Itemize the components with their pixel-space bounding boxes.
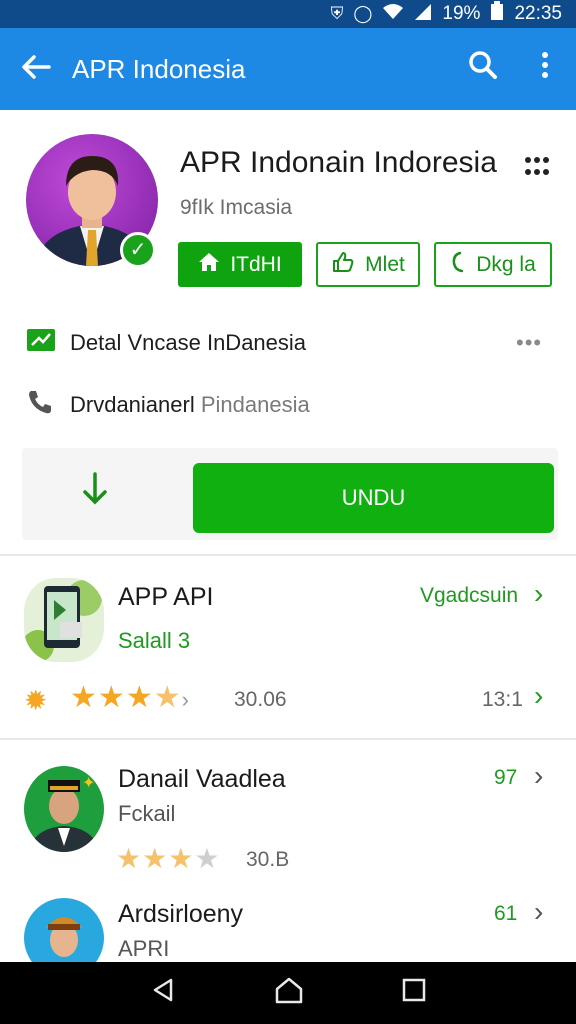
more-horizontal-icon[interactable]: ••• [516,330,576,356]
app-subtitle: APRI [118,936,170,961]
profile-header: ✓ APR Indonain Indoresia 9fIk Imcasia IT… [0,110,576,306]
nav-home-icon[interactable] [275,976,303,1011]
chevron-right-icon[interactable]: › [534,896,543,928]
alarm-icon: ◯ [353,4,373,23]
app-right-label: 97 [494,766,518,789]
wifi-icon [382,3,404,26]
app-subtitle: Fckail [118,801,176,826]
app-title: Danail Vaadlea [118,765,286,793]
app-right-label: 61 [494,902,518,925]
star-icon: ★ [142,843,169,874]
call-button[interactable]: Dkg la [434,242,552,287]
like-button-label: Mlet [365,252,405,276]
app-title: APP API [118,583,214,611]
divider [0,554,576,556]
divider [0,738,576,740]
nav-recents-icon[interactable] [401,977,427,1010]
phone-icon [0,388,70,423]
star-icon: ★ [70,681,98,714]
chevron-right-icon[interactable]: › [534,760,543,792]
battery-text: 19% [442,3,481,24]
settings-gear-icon: ✹ [24,685,48,716]
rating-value: 30.B [246,848,290,871]
signal-icon [414,3,432,26]
download-arrow-icon[interactable] [82,472,108,515]
status-bar: ⛨ ◯ 19% 22:35 [0,0,576,28]
chevron-right-icon[interactable]: › [534,680,543,712]
download-button[interactable]: UNDU [193,463,554,533]
home-button[interactable]: ITdHI [178,242,302,287]
star-icon: ★ [116,843,143,874]
verified-badge-icon: ✓ [120,232,156,268]
home-button-label: ITdHI [230,252,282,276]
star-empty-icon: › [181,687,190,712]
star-icon: ★ [168,843,195,874]
more-vertical-icon[interactable] [514,51,576,87]
battery-icon [490,1,504,27]
app-bar-title: APR Indonesia [72,53,246,84]
review-count: 13:1 [482,688,523,711]
profile-name: APR Indonain Indoresia [180,146,497,179]
star-icon: ★ [125,681,154,714]
app-title: Ardsirloeny [118,900,244,928]
app-subtitle: Salall 3 [118,628,191,653]
back-arrow-icon[interactable] [0,50,72,89]
star-half-icon: ★ [153,681,182,714]
star-empty-icon: ★ [194,843,221,874]
thumbs-up-icon [331,250,355,280]
phone-handset-icon [450,250,466,280]
nfc-icon: ⛨ [330,4,344,23]
detail-row[interactable]: Detal Vncase InDanesia ••• [0,317,576,369]
star-rating: ★★★★ [116,842,220,875]
contact-row-text: Drvdanianerl Pindanesia [70,392,310,417]
app-icon-phone [24,578,104,662]
home-icon [198,251,220,279]
like-button[interactable]: Mlet [316,242,420,287]
star-icon: ★ [97,681,126,714]
app-bar: APR Indonesia [0,28,576,110]
profile-subtitle: 9fIk Imcasia [180,196,293,219]
contact-row[interactable]: Drvdanianerl Pindanesia [0,379,576,431]
system-nav-bar [0,962,576,1024]
grid-dots-icon[interactable] [524,154,550,185]
chevron-right-icon[interactable]: › [534,578,543,610]
svg-text:✦: ✦ [82,773,95,792]
avatar: ✦ [24,766,104,852]
app-right-label: Vgadcsuin [420,584,519,607]
star-rating: ★★★★› [70,680,190,715]
rating-value: 30.06 [234,688,287,711]
download-panel: UNDU [22,448,558,540]
chart-trend-icon [0,327,70,360]
detail-row-text: Detal Vncase InDanesia [70,330,307,355]
clock: 22:35 [514,3,562,24]
search-icon[interactable] [452,50,514,88]
call-button-label: Dkg la [476,252,536,276]
nav-back-icon[interactable] [149,976,177,1011]
